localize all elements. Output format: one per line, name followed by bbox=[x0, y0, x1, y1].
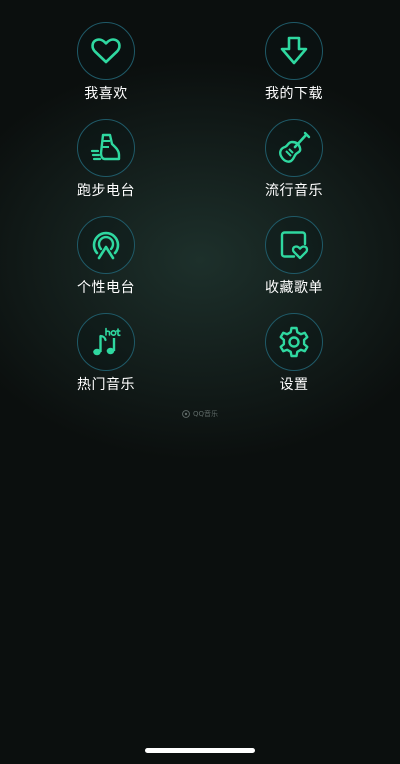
hot-music-ring bbox=[77, 313, 135, 371]
running-radio-label: 跑步电台 bbox=[77, 183, 135, 199]
settings-button[interactable]: 设置 bbox=[244, 313, 344, 394]
running-shoe-icon bbox=[90, 133, 121, 161]
personal-radio-ring bbox=[77, 216, 135, 274]
brand-text: QQ音乐 bbox=[192, 410, 219, 418]
settings-label: 设置 bbox=[279, 377, 309, 393]
personal-radio-button[interactable]: 个性电台 bbox=[56, 216, 156, 297]
pop-music-label: 流行音乐 bbox=[265, 183, 323, 199]
personal-radio-label: 个性电台 bbox=[77, 280, 135, 296]
radio-broadcast-icon bbox=[92, 231, 120, 260]
pop-music-ring bbox=[265, 119, 323, 177]
heart-icon bbox=[91, 38, 121, 64]
electric-guitar-icon bbox=[279, 131, 311, 163]
gear-icon bbox=[279, 326, 309, 358]
collected-playlists-button[interactable]: 收藏歌单 bbox=[244, 216, 344, 297]
running-radio-ring bbox=[77, 119, 135, 177]
downloads-button[interactable]: 我的下载 bbox=[244, 22, 344, 103]
hot-music-label: 热门音乐 bbox=[77, 377, 135, 393]
favorites-button[interactable]: 我喜欢 bbox=[56, 22, 156, 103]
hot-music-button[interactable]: 热门音乐 bbox=[56, 313, 156, 394]
qq-music-logo-icon bbox=[182, 410, 190, 418]
hot-music-note-icon bbox=[93, 327, 121, 356]
home-indicator[interactable] bbox=[145, 748, 255, 753]
brand-footer: QQ音乐 bbox=[0, 409, 400, 419]
collected-playlists-ring bbox=[265, 216, 323, 274]
pop-music-button[interactable]: 流行音乐 bbox=[244, 119, 344, 200]
collection-heart-icon bbox=[280, 231, 309, 260]
favorites-ring bbox=[77, 22, 135, 80]
favorites-label: 我喜欢 bbox=[84, 86, 128, 102]
running-radio-button[interactable]: 跑步电台 bbox=[56, 119, 156, 200]
collected-playlists-label: 收藏歌单 bbox=[265, 280, 323, 296]
download-arrow-icon bbox=[280, 36, 308, 65]
downloads-ring bbox=[265, 22, 323, 80]
settings-ring bbox=[265, 313, 323, 371]
downloads-label: 我的下载 bbox=[265, 86, 323, 102]
